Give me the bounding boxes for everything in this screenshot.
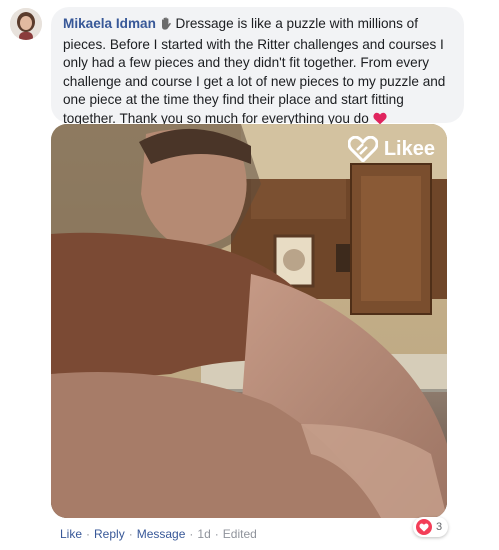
like-link[interactable]: Like [60,527,82,541]
avatar[interactable] [10,8,42,40]
comment-actions: Like · Reply · Message · 1d · Edited [60,527,257,541]
comment-body: Mikaela Idman Dressage is like a puzzle … [63,15,452,131]
likee-label: Likee [383,137,435,160]
video-thumbnail[interactable]: Likee [51,124,447,518]
message-link[interactable]: Message [137,527,186,541]
heart-reaction-icon [416,519,432,535]
separator: · [189,527,194,541]
separator: · [128,527,133,541]
reaction-count: 3 [436,521,443,533]
comment-text: Dressage is like a puzzle with millions … [63,16,446,126]
waving-hand-icon [160,17,172,36]
separator: · [86,527,91,541]
likee-heart-icon [347,136,378,162]
separator: · [214,527,219,541]
edited-label[interactable]: Edited [223,527,257,541]
reply-link[interactable]: Reply [94,527,125,541]
video-frame [51,124,447,518]
reactions-summary[interactable]: 3 [413,517,449,537]
likee-watermark: Likee [347,136,435,162]
comment-author[interactable]: Mikaela Idman [63,16,156,31]
comment-bubble: Mikaela Idman Dressage is like a puzzle … [51,7,464,126]
timestamp[interactable]: 1d [197,527,210,541]
